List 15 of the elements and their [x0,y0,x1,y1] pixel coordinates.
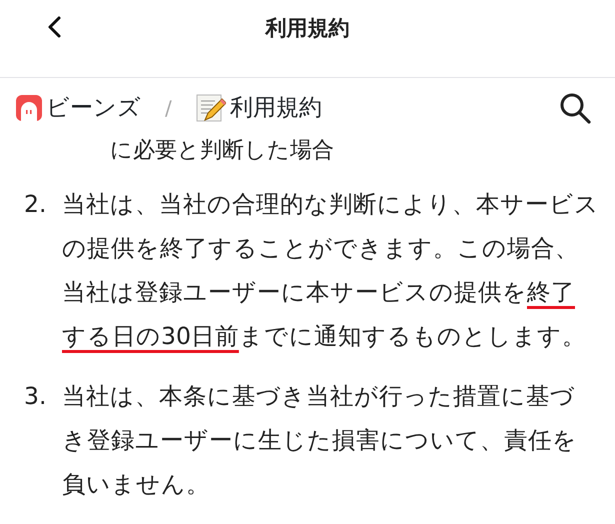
list-number: 3. [24,381,48,412]
page-title: 利用規約 [266,15,350,42]
list-item-text: 当社は、本条に基づき当社が行った措置に基づき登録ユーザーに生じた損害について、責任を負いません。 [62,381,578,500]
back-button[interactable] [46,14,62,39]
breadcrumb-link[interactable]: 利用規約 [196,90,322,126]
list-number: 2. [24,189,48,220]
app-logo-icon [16,95,42,121]
breadcrumb-separator: / [165,95,172,122]
memo-icon [196,93,226,123]
breadcrumb-link[interactable]: ビーンズ [16,90,141,126]
search-icon [559,92,591,124]
body-text: に必要と判断した場合 [110,138,334,163]
search-button[interactable] [559,92,591,124]
back-icon [46,14,62,39]
list-item-text: 当社は、当社の合理的な判断により、本サービスの提供を終了することができます。この場合、当社は登録ユーザーに本サービスの提供を終了する日の30日前 までに通知するものとします。 [62,189,599,352]
